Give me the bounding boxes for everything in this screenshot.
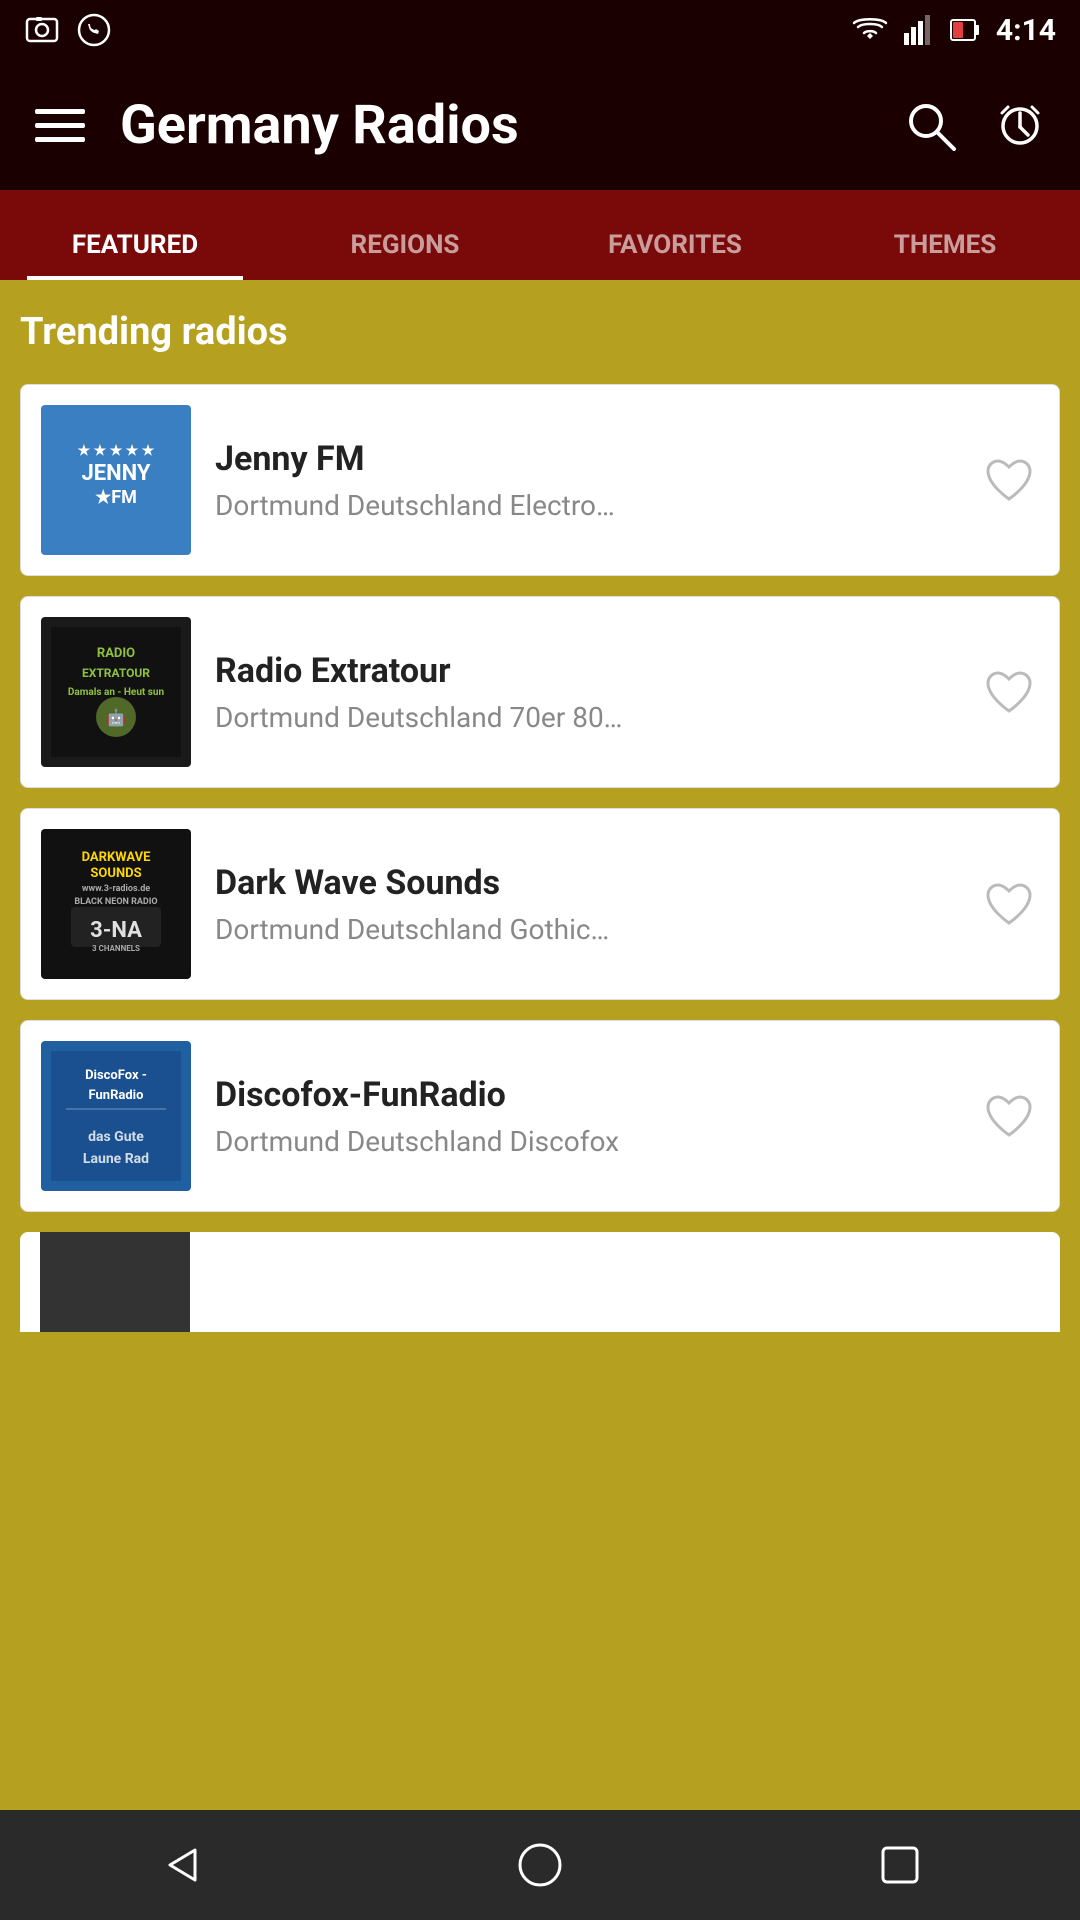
radio-thumbnail-jenny-fm: ★ ★ ★ ★ ★ JENNY ★FM bbox=[41, 405, 191, 555]
tab-bar: FEATURED REGIONS FAVORITES THEMES bbox=[0, 190, 1080, 280]
svg-text:RADIO: RADIO bbox=[97, 646, 135, 661]
svg-text:3 CHANNELS: 3 CHANNELS bbox=[92, 944, 140, 953]
svg-text:Laune Rad: Laune Rad bbox=[83, 1151, 149, 1167]
radio-thumbnail-darkwave: DARKWAVE SOUNDS www.3-radios.de BLACK NE… bbox=[41, 829, 191, 979]
tab-regions[interactable]: REGIONS bbox=[270, 190, 540, 280]
radio-desc: Dortmund Deutschland Discofox bbox=[215, 1125, 955, 1158]
signal-icon bbox=[904, 15, 934, 45]
favorite-button-discofox[interactable] bbox=[979, 1086, 1039, 1146]
photo-icon bbox=[24, 12, 60, 48]
svg-text:Damals an - Heut sun: Damals an - Heut sun bbox=[68, 687, 165, 698]
svg-text:🤖: 🤖 bbox=[106, 708, 126, 727]
svg-text:das Gute: das Gute bbox=[88, 1129, 144, 1145]
radio-info-jenny-fm: Jenny FM Dortmund Deutschland Electro… bbox=[215, 439, 955, 522]
battery-icon bbox=[950, 15, 980, 45]
content-area: Trending radios ★ ★ ★ ★ ★ JENNY ★FM Jenn… bbox=[0, 280, 1080, 1810]
svg-text:SOUNDS: SOUNDS bbox=[90, 866, 141, 881]
status-bar-right: 4:14 bbox=[852, 13, 1056, 48]
tab-favorites[interactable]: FAVORITES bbox=[540, 190, 810, 280]
radio-desc: Dortmund Deutschland Gothic… bbox=[215, 913, 955, 946]
section-title: Trending radios bbox=[20, 310, 1060, 354]
svg-text:FunRadio: FunRadio bbox=[89, 1088, 144, 1103]
tab-featured[interactable]: FEATURED bbox=[0, 190, 270, 280]
favorite-button-extratour[interactable] bbox=[979, 662, 1039, 722]
status-bar-left bbox=[24, 12, 112, 48]
radio-card-discofox[interactable]: DiscoFox - FunRadio das Gute Laune Rad D… bbox=[20, 1020, 1060, 1212]
svg-text:EXTRATOUR: EXTRATOUR bbox=[82, 666, 150, 680]
svg-text:DiscoFox -: DiscoFox - bbox=[85, 1068, 147, 1083]
radio-thumbnail-discofox: DiscoFox - FunRadio das Gute Laune Rad bbox=[41, 1041, 191, 1191]
radio-card-extratour[interactable]: RADIO EXTRATOUR Damals an - Heut sun 🤖 R… bbox=[20, 596, 1060, 788]
radio-desc: Dortmund Deutschland Electro… bbox=[215, 489, 955, 522]
svg-text:DARKWAVE: DARKWAVE bbox=[82, 850, 151, 865]
svg-text:www.3-radios.de: www.3-radios.de bbox=[82, 884, 150, 894]
radio-card-darkwave[interactable]: DARKWAVE SOUNDS www.3-radios.de BLACK NE… bbox=[20, 808, 1060, 1000]
radio-info-darkwave: Dark Wave Sounds Dortmund Deutschland Go… bbox=[215, 863, 955, 946]
app-header: Germany Radios bbox=[0, 60, 1080, 190]
back-button[interactable] bbox=[140, 1825, 220, 1905]
svg-text:JENNY: JENNY bbox=[81, 461, 150, 486]
favorite-button-darkwave[interactable] bbox=[979, 874, 1039, 934]
svg-text:3-NA: 3-NA bbox=[90, 918, 142, 943]
radio-thumbnail-extratour: RADIO EXTRATOUR Damals an - Heut sun 🤖 bbox=[41, 617, 191, 767]
recents-button[interactable] bbox=[860, 1825, 940, 1905]
radio-card-partial[interactable] bbox=[20, 1232, 1060, 1332]
home-button[interactable] bbox=[500, 1825, 580, 1905]
alarm-button[interactable] bbox=[990, 95, 1050, 155]
wifi-icon bbox=[852, 15, 888, 45]
radio-name: Discofox-FunRadio bbox=[215, 1075, 955, 1115]
bottom-navigation bbox=[0, 1810, 1080, 1920]
radio-desc: Dortmund Deutschland 70er 80… bbox=[215, 701, 955, 734]
radio-name: Radio Extratour bbox=[215, 651, 955, 691]
svg-text:★FM: ★FM bbox=[95, 487, 137, 508]
page-title: Germany Radios bbox=[120, 94, 870, 157]
favorite-button-jenny-fm[interactable] bbox=[979, 450, 1039, 510]
partial-thumbnail bbox=[40, 1232, 190, 1332]
svg-text:★ ★ ★ ★ ★: ★ ★ ★ ★ ★ bbox=[78, 443, 155, 459]
radio-name: Dark Wave Sounds bbox=[215, 863, 955, 903]
radio-name: Jenny FM bbox=[215, 439, 955, 479]
phone-icon bbox=[76, 12, 112, 48]
svg-text:BLACK NEON RADIO: BLACK NEON RADIO bbox=[74, 897, 157, 907]
radio-card-jenny-fm[interactable]: ★ ★ ★ ★ ★ JENNY ★FM Jenny FM Dortmund De… bbox=[20, 384, 1060, 576]
search-button[interactable] bbox=[900, 95, 960, 155]
radio-info-discofox: Discofox-FunRadio Dortmund Deutschland D… bbox=[215, 1075, 955, 1158]
tab-themes[interactable]: THEMES bbox=[810, 190, 1080, 280]
radio-info-extratour: Radio Extratour Dortmund Deutschland 70e… bbox=[215, 651, 955, 734]
menu-button[interactable] bbox=[30, 95, 90, 155]
status-bar: 4:14 bbox=[0, 0, 1080, 60]
status-time: 4:14 bbox=[996, 13, 1056, 48]
